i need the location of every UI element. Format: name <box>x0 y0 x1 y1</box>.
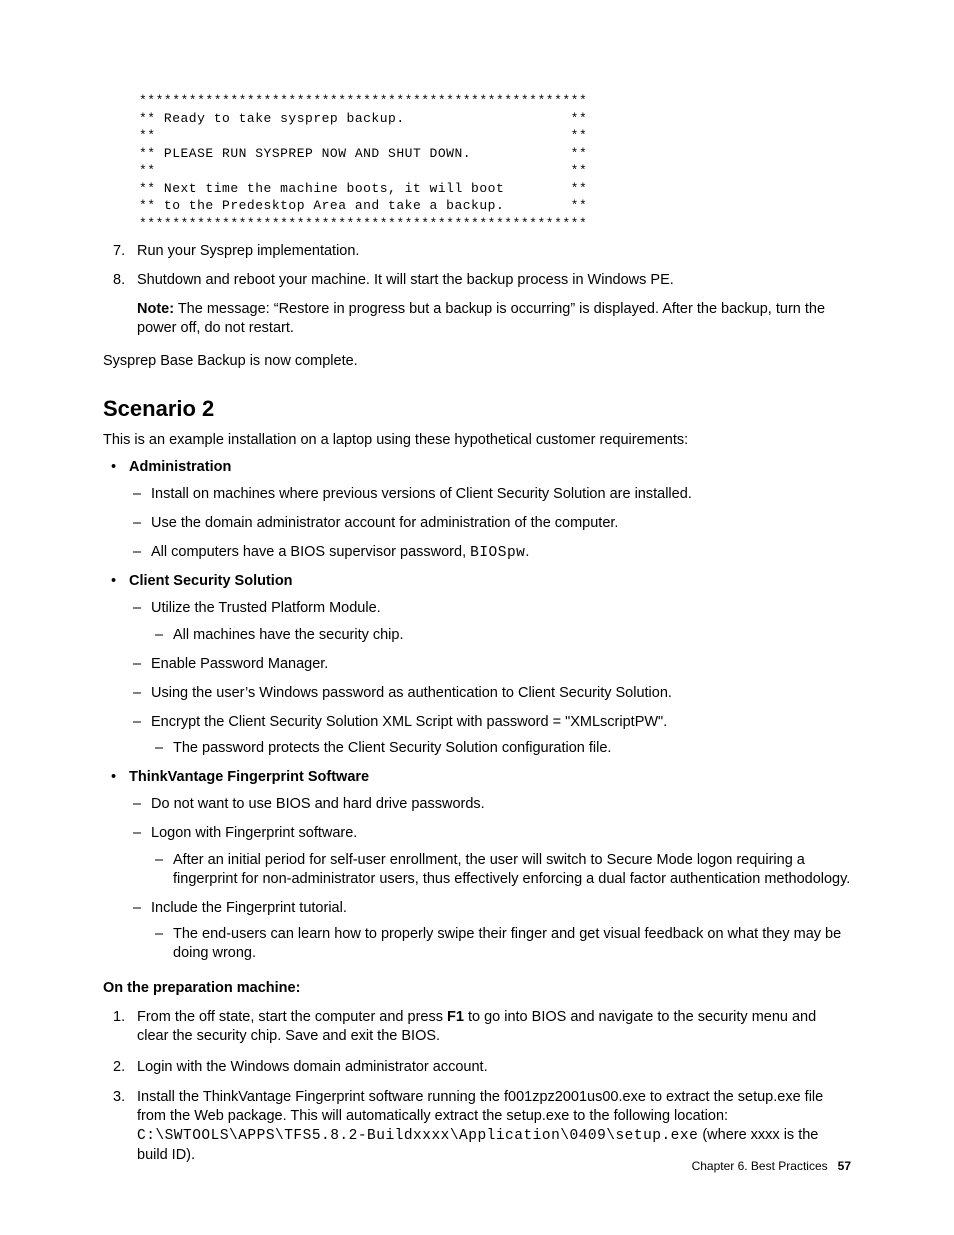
sub-list: Utilize the Trusted Platform Module. All… <box>129 599 851 758</box>
req-head: Administration <box>129 459 231 475</box>
sub-sub-list: All machines have the security chip. <box>151 626 851 645</box>
prep-heading: On the preparation machine: <box>103 979 851 998</box>
page-footer: Chapter 6. Best Practices 57 <box>692 1159 851 1175</box>
text-part: . <box>525 544 529 560</box>
list-item: All machines have the security chip. <box>151 626 851 645</box>
prep-step-2: 2. Login with the Windows domain adminis… <box>103 1058 851 1077</box>
step-text: Login with the Windows domain administra… <box>137 1059 488 1075</box>
req-css: Client Security Solution Utilize the Tru… <box>103 572 851 758</box>
list-item: The end-users can learn how to properly … <box>151 925 851 963</box>
steps-list: 7. Run your Sysprep implementation. 8. S… <box>103 242 851 337</box>
list-item: After an initial period for self-user en… <box>151 851 851 889</box>
list-item: Install on machines where previous versi… <box>129 485 851 504</box>
document-page: ****************************************… <box>0 0 954 1235</box>
list-item: Do not want to use BIOS and hard drive p… <box>129 795 851 814</box>
note-label: Note: <box>137 301 174 317</box>
req-administration: Administration Install on machines where… <box>103 458 851 562</box>
sub-sub-list: The end-users can learn how to properly … <box>151 925 851 963</box>
step-number: 1. <box>113 1008 125 1027</box>
step-number: 2. <box>113 1058 125 1077</box>
key-f1: F1 <box>447 1009 464 1025</box>
scenario-heading: Scenario 2 <box>103 395 851 424</box>
step-text: Shutdown and reboot your machine. It wil… <box>137 272 674 288</box>
list-item: Use the domain administrator account for… <box>129 514 851 533</box>
footer-chapter: Chapter 6. Best Practices <box>692 1159 828 1173</box>
step-number: 8. <box>113 271 125 290</box>
prep-steps-list: 1. From the off state, start the compute… <box>103 1008 851 1165</box>
step-text: Run your Sysprep implementation. <box>137 243 359 259</box>
req-head: Client Security Solution <box>129 573 293 589</box>
list-item: Encrypt the Client Security Solution XML… <box>129 713 851 759</box>
text-part: Utilize the Trusted Platform Module. <box>151 600 381 616</box>
req-fingerprint: ThinkVantage Fingerprint Software Do not… <box>103 768 851 963</box>
step-8: 8. Shutdown and reboot your machine. It … <box>103 271 851 338</box>
list-item: Using the user’s Windows password as aut… <box>129 684 851 703</box>
list-item: Logon with Fingerprint software. After a… <box>129 824 851 889</box>
text-part: Install the ThinkVantage Fingerprint sof… <box>137 1089 823 1124</box>
list-item: All computers have a BIOS supervisor pas… <box>129 543 851 563</box>
text-part: From the off state, start the computer a… <box>137 1009 447 1025</box>
sub-list: Do not want to use BIOS and hard drive p… <box>129 795 851 963</box>
ascii-code-block: ****************************************… <box>139 92 851 232</box>
list-item: Enable Password Manager. <box>129 655 851 674</box>
note-text: The message: “Restore in progress but a … <box>137 301 825 336</box>
text-part: All computers have a BIOS supervisor pas… <box>151 544 470 560</box>
complete-line: Sysprep Base Backup is now complete. <box>103 352 851 371</box>
step-number: 3. <box>113 1088 125 1107</box>
footer-page-number: 57 <box>838 1159 851 1173</box>
list-item: Utilize the Trusted Platform Module. All… <box>129 599 851 645</box>
inline-code: BIOSpw <box>470 545 525 561</box>
intro-para: This is an example installation on a lap… <box>103 431 851 450</box>
text-part: Include the Fingerprint tutorial. <box>151 900 347 916</box>
prep-step-3: 3. Install the ThinkVantage Fingerprint … <box>103 1088 851 1164</box>
text-part: Logon with Fingerprint software. <box>151 825 357 841</box>
list-item: Include the Fingerprint tutorial. The en… <box>129 899 851 964</box>
step-number: 7. <box>113 242 125 261</box>
req-head: ThinkVantage Fingerprint Software <box>129 769 369 785</box>
sub-sub-list: After an initial period for self-user en… <box>151 851 851 889</box>
requirements-list: Administration Install on machines where… <box>103 458 851 963</box>
prep-step-1: 1. From the off state, start the compute… <box>103 1008 851 1046</box>
note-block: Note: The message: “Restore in progress … <box>137 300 851 338</box>
sub-list: Install on machines where previous versi… <box>129 485 851 563</box>
sub-sub-list: The password protects the Client Securit… <box>151 739 851 758</box>
step-7: 7. Run your Sysprep implementation. <box>103 242 851 261</box>
list-item: The password protects the Client Securit… <box>151 739 851 758</box>
inline-code: C:\SWTOOLS\APPS\TFS5.8.2-Buildxxxx\Appli… <box>137 1128 698 1144</box>
text-part: Encrypt the Client Security Solution XML… <box>151 714 667 730</box>
